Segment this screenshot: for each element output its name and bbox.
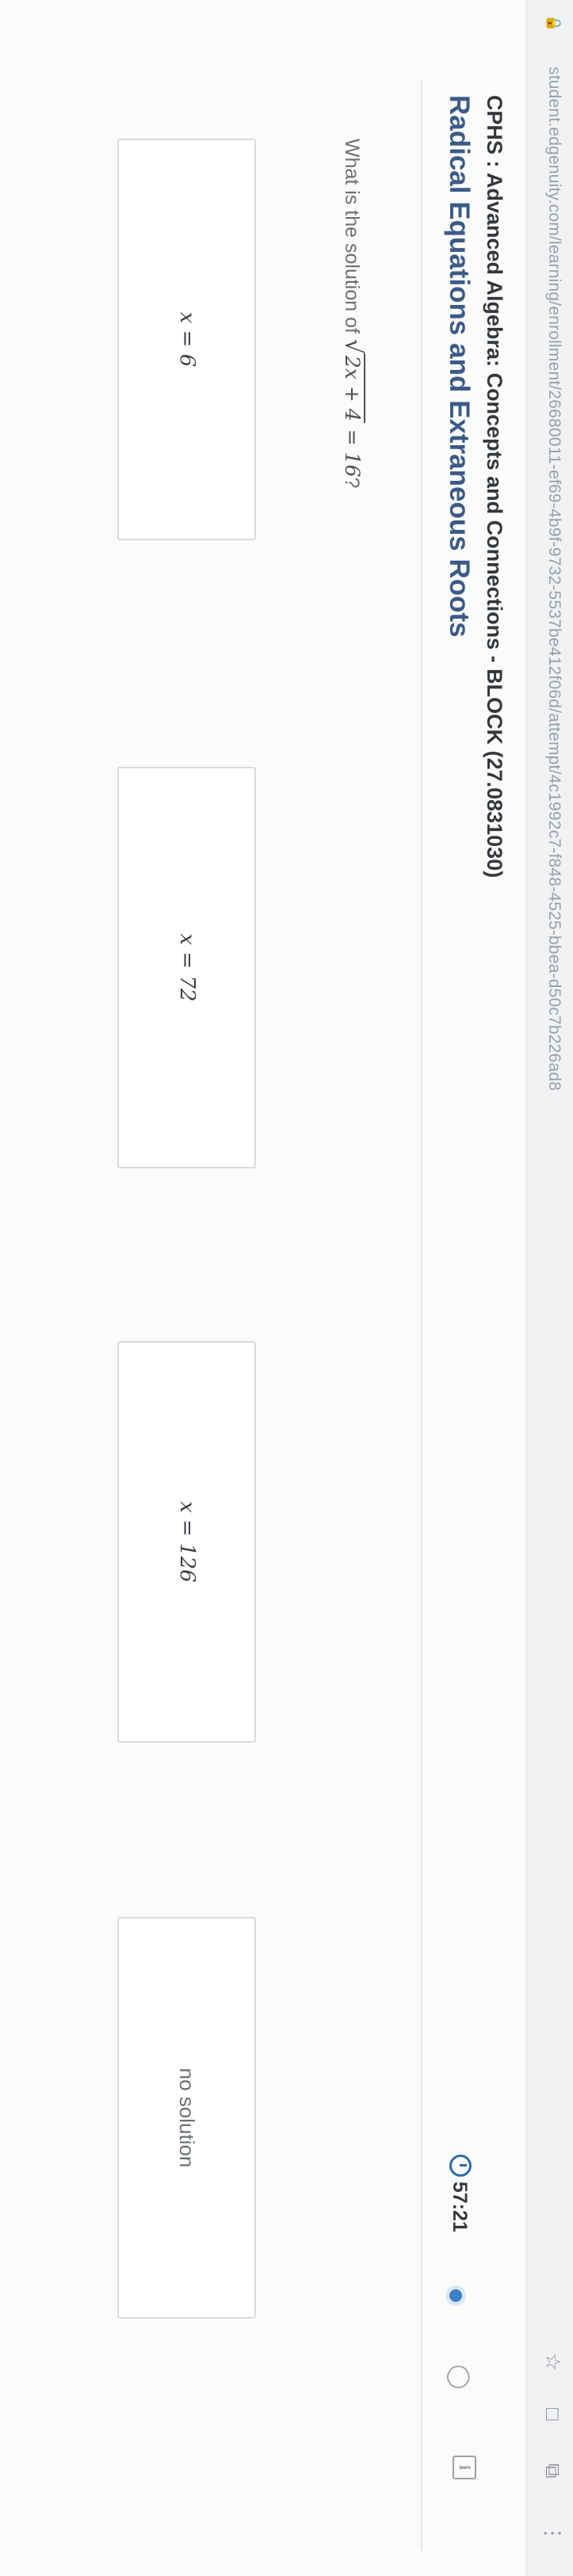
info-button[interactable]: ℹ <box>453 2456 476 2479</box>
question-text: What is the solution of √2x + 4 = 16? <box>339 139 367 488</box>
answer-choice-3[interactable]: x = 126 <box>117 1341 256 1743</box>
answer-choice-label: x = 72 <box>175 933 199 1002</box>
question-suffix: ? <box>341 477 363 489</box>
tab-icon[interactable]: ⧉ <box>541 2464 565 2479</box>
answer-choice-label: x = 6 <box>175 311 199 368</box>
timer-value: 57:21 <box>449 2182 471 2232</box>
course-title: CPHS : Advanced Algebra: Concepts and Co… <box>483 95 506 878</box>
extension-icon[interactable]: □ <box>541 2408 565 2421</box>
url-text[interactable]: student.edgenuity.com/learning/enrollmen… <box>544 67 563 1091</box>
star-icon[interactable]: ☆ <box>541 2353 565 2371</box>
header-divider <box>421 79 422 2551</box>
answer-choice-label: x = 126 <box>175 1501 199 1583</box>
answer-choice-2[interactable]: x = 72 <box>117 767 256 1168</box>
timer: 57:21 <box>448 2155 472 2232</box>
answer-choice-label: no solution <box>175 2067 199 2168</box>
answer-choice-4[interactable]: no solution <box>117 1917 256 2319</box>
page: 🔒 student.edgenuity.com/learning/enrollm… <box>0 0 573 2576</box>
lightbulb-icon[interactable]: ◯ <box>447 2365 473 2389</box>
lock-icon: 🔒 <box>546 14 562 32</box>
menu-icon[interactable]: ⋮ <box>541 2523 565 2544</box>
progress-indicator <box>449 2289 462 2302</box>
answer-choice-1[interactable]: x = 6 <box>117 139 256 540</box>
clock-icon <box>449 2155 472 2177</box>
question-prefix: What is the solution of <box>341 139 363 339</box>
question-rhs: = 16 <box>341 422 364 478</box>
question-equation: √2x + 4 = 16 <box>339 338 367 478</box>
browser-address-bar[interactable]: 🔒 student.edgenuity.com/learning/enrollm… <box>526 0 573 2576</box>
question-radicand: 2x + 4 <box>341 354 365 423</box>
lesson-title: Radical Equations and Extraneous Roots <box>444 95 475 638</box>
